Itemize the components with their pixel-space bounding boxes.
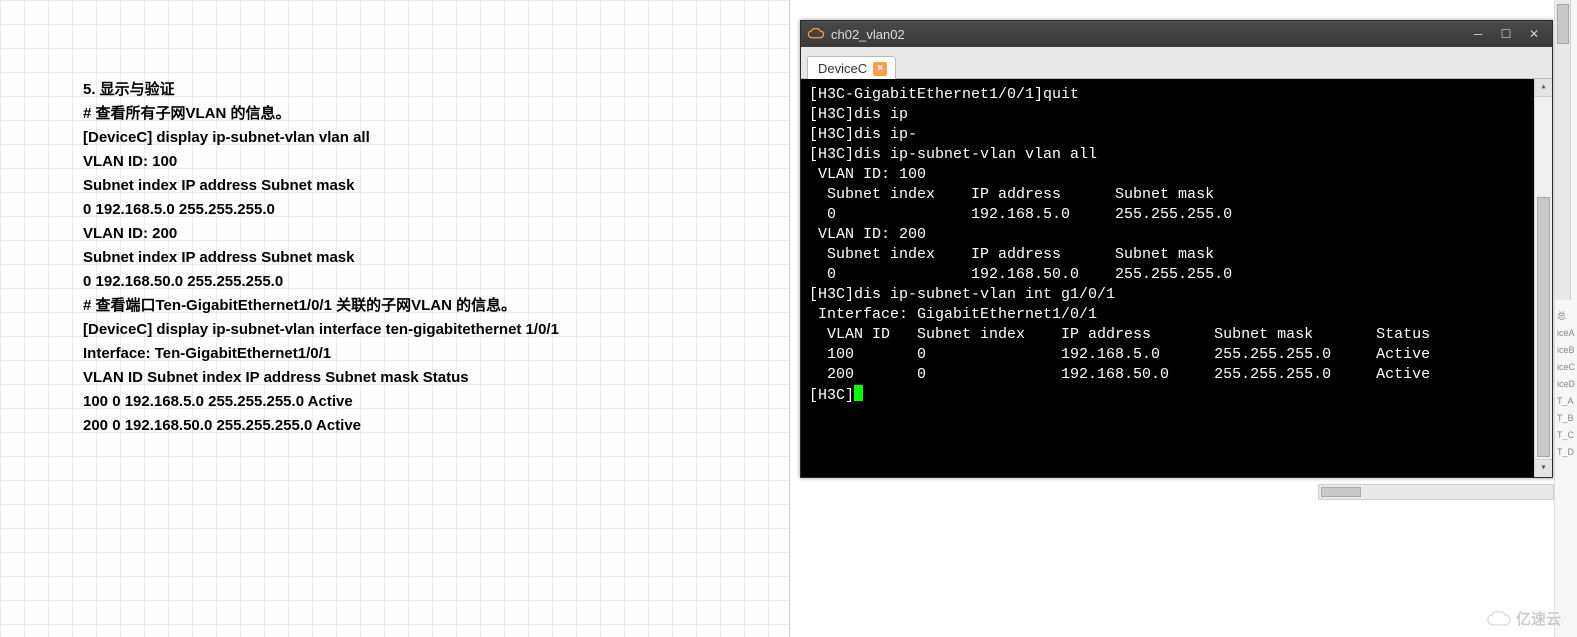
close-button[interactable]: ✕	[1520, 23, 1548, 45]
scroll-up-icon[interactable]: ▴	[1535, 79, 1552, 97]
cursor-icon	[854, 385, 863, 401]
window-titlebar[interactable]: ch02_vlan02 ─ ☐ ✕	[801, 21, 1552, 47]
doc-line: 200 0 192.168.50.0 255.255.255.0 Active	[83, 414, 783, 438]
tab-label: DeviceC	[818, 61, 867, 76]
doc-line: [DeviceC] display ip-subnet-vlan interfa…	[83, 318, 783, 342]
terminal-body[interactable]: [H3C-GigabitEthernet1/0/1]quit [H3C]dis …	[801, 79, 1552, 477]
doc-line: # 查看端口Ten-GigabitEthernet1/0/1 关联的子网VLAN…	[83, 294, 783, 318]
tab-close-icon[interactable]: ×	[873, 62, 887, 76]
term-line: [H3C]dis ip-subnet-vlan vlan all	[809, 145, 1544, 165]
scroll-track[interactable]	[1535, 97, 1552, 459]
term-line: [H3C]dis ip-	[809, 125, 1544, 145]
outer-vertical-scrollbar[interactable]	[1555, 0, 1571, 300]
maximize-button[interactable]: ☐	[1492, 23, 1520, 45]
edge-label: 总	[1557, 308, 1575, 325]
watermark-text: 亿速云	[1516, 608, 1561, 629]
watermark: 亿速云	[1486, 608, 1561, 629]
doc-line: VLAN ID: 200	[83, 222, 783, 246]
term-line: 100 0 192.168.5.0 255.255.255.0 Active	[809, 345, 1544, 365]
edge-label: iceA	[1557, 325, 1575, 342]
doc-line: Subnet index IP address Subnet mask	[83, 246, 783, 270]
doc-line: # 查看所有子网VLAN 的信息。	[83, 102, 783, 126]
terminal-scrollbar[interactable]: ▴ ▾	[1534, 79, 1552, 477]
outer-scroll-thumb[interactable]	[1557, 4, 1569, 44]
term-line: 0 192.168.5.0 255.255.255.0	[809, 205, 1544, 225]
right-edge-panel: 总 iceA iceB iceC iceD T_A T_B T_C T_D	[1554, 0, 1577, 637]
term-line: VLAN ID Subnet index IP address Subnet m…	[809, 325, 1544, 345]
cloud-icon	[807, 27, 825, 41]
term-line: Subnet index IP address Subnet mask	[809, 185, 1544, 205]
doc-line: 100 0 192.168.5.0 255.255.255.0 Active	[83, 390, 783, 414]
edge-label: iceD	[1557, 376, 1575, 393]
edge-label: T_B	[1557, 410, 1575, 427]
doc-line: 0 192.168.5.0 255.255.255.0	[83, 198, 783, 222]
doc-line: 0 192.168.50.0 255.255.255.0	[83, 270, 783, 294]
term-line: 0 192.168.50.0 255.255.255.0	[809, 265, 1544, 285]
term-line: Interface: GigabitEthernet1/0/1	[809, 305, 1544, 325]
term-line: [H3C-GigabitEthernet1/0/1]quit	[809, 85, 1544, 105]
terminal-window: ch02_vlan02 ─ ☐ ✕ DeviceC × [H3C-Gigabit…	[800, 20, 1553, 478]
term-line: [H3C]dis ip-subnet-vlan int g1/0/1	[809, 285, 1544, 305]
watermark-cloud-icon	[1486, 610, 1512, 628]
minimize-button[interactable]: ─	[1464, 23, 1492, 45]
term-line: Subnet index IP address Subnet mask	[809, 245, 1544, 265]
outer-horizontal-scrollbar[interactable]	[1318, 484, 1554, 500]
term-line: 200 0 192.168.50.0 255.255.255.0 Active	[809, 365, 1544, 385]
term-prompt: [H3C]	[809, 387, 854, 404]
term-line: VLAN ID: 200	[809, 225, 1544, 245]
window-title: ch02_vlan02	[831, 27, 1464, 42]
doc-line: Interface: Ten-GigabitEthernet1/0/1	[83, 342, 783, 366]
right-edge-labels: 总 iceA iceB iceC iceD T_A T_B T_C T_D	[1557, 308, 1575, 461]
edge-label: iceB	[1557, 342, 1575, 359]
doc-line: VLAN ID: 100	[83, 150, 783, 174]
document-text: 5. 显示与验证 # 查看所有子网VLAN 的信息。 [DeviceC] dis…	[83, 78, 783, 438]
edge-label: T_D	[1557, 444, 1575, 461]
term-line: VLAN ID: 100	[809, 165, 1544, 185]
edge-label: T_C	[1557, 427, 1575, 444]
term-prompt-line: [H3C]	[809, 385, 1544, 406]
tab-bar: DeviceC ×	[801, 47, 1552, 79]
outer-hscroll-thumb[interactable]	[1321, 487, 1361, 497]
doc-line: [DeviceC] display ip-subnet-vlan vlan al…	[83, 126, 783, 150]
scroll-thumb[interactable]	[1537, 197, 1550, 457]
term-line: [H3C]dis ip	[809, 105, 1544, 125]
doc-line: 5. 显示与验证	[83, 78, 783, 102]
scroll-down-icon[interactable]: ▾	[1535, 459, 1552, 477]
doc-line: Subnet index IP address Subnet mask	[83, 174, 783, 198]
edge-label: T_A	[1557, 393, 1575, 410]
tab-devicec[interactable]: DeviceC ×	[807, 56, 896, 79]
doc-line: VLAN ID Subnet index IP address Subnet m…	[83, 366, 783, 390]
edge-label: iceC	[1557, 359, 1575, 376]
